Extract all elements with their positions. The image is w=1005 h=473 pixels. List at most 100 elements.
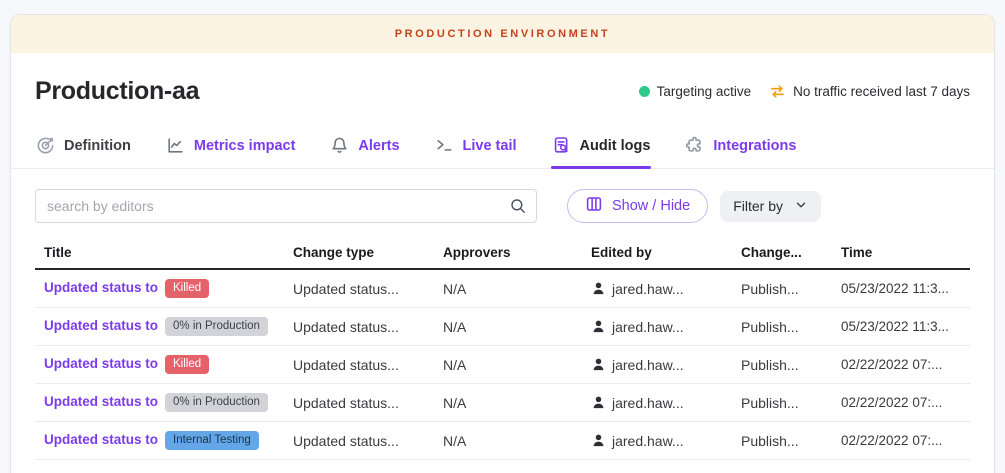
person-icon (591, 433, 606, 448)
status-badge: 0% in Production (165, 393, 268, 412)
search-input[interactable] (35, 189, 537, 223)
editor-name: jared.haw... (612, 433, 684, 449)
change-type-cell: Updated status... (293, 357, 443, 373)
bell-icon (330, 136, 349, 155)
page-title: Production-aa (35, 77, 199, 106)
person-icon (591, 395, 606, 410)
time-cell: 05/23/2022 11:3... (841, 319, 970, 334)
title-link[interactable]: Updated status to (44, 394, 158, 409)
approvers-cell: N/A (443, 433, 591, 449)
edited-by-cell: jared.haw... (591, 281, 741, 297)
banner-label: PRODUCTION ENVIRONMENT (395, 28, 610, 40)
title-cell: Updated status to Internal Testing (35, 431, 293, 450)
edited-by-cell: jared.haw... (591, 319, 741, 335)
editor-name: jared.haw... (612, 357, 684, 373)
status-badge: 0% in Production (165, 317, 268, 336)
status-badge: Killed (165, 355, 209, 374)
editor-name: jared.haw... (612, 319, 684, 335)
title-cell: Updated status to 0% in Production (35, 393, 293, 412)
time-cell: 02/22/2022 07:... (841, 395, 970, 410)
green-dot-icon (639, 86, 650, 97)
traffic-status-label: No traffic received last 7 days (793, 84, 970, 99)
title-link[interactable]: Updated status to (44, 356, 158, 371)
changed-by-cell: Publish... (741, 281, 841, 297)
swap-arrows-icon (769, 83, 786, 100)
editor-name: jared.haw... (612, 395, 684, 411)
document-search-icon (552, 136, 571, 155)
changed-by-cell: Publish... (741, 433, 841, 449)
changed-by-cell: Publish... (741, 395, 841, 411)
table-row[interactable]: Updated status to Killed Updated status..… (35, 346, 970, 384)
tab-audit-logs[interactable]: Audit logs (551, 126, 652, 168)
time-cell: 05/23/2022 11:3... (841, 281, 970, 296)
changed-by-cell: Publish... (741, 357, 841, 373)
target-icon (36, 136, 55, 155)
chevron-down-icon (794, 198, 808, 215)
line-chart-icon (166, 136, 185, 155)
change-type-cell: Updated status... (293, 281, 443, 297)
approvers-cell: N/A (443, 281, 591, 297)
edited-by-cell: jared.haw... (591, 433, 741, 449)
tab-bar: Definition Metrics impact Alerts (11, 126, 994, 169)
table-row[interactable]: Updated status to Killed Updated status..… (35, 270, 970, 308)
tab-label: Definition (64, 138, 131, 154)
tab-integrations[interactable]: Integrations (684, 126, 797, 168)
change-type-cell: Updated status... (293, 395, 443, 411)
editor-name: jared.haw... (612, 281, 684, 297)
title-cell: Updated status to Killed (35, 355, 293, 374)
traffic-status: No traffic received last 7 days (769, 83, 970, 100)
tab-label: Alerts (358, 138, 399, 154)
filter-by-label: Filter by (733, 198, 783, 214)
title-link[interactable]: Updated status to (44, 280, 158, 295)
tab-label: Integrations (713, 138, 796, 154)
page-header: Production-aa Targeting active No traffi… (11, 53, 994, 126)
production-environment-banner: PRODUCTION ENVIRONMENT (11, 15, 994, 53)
edited-by-cell: jared.haw... (591, 395, 741, 411)
person-icon (591, 357, 606, 372)
changed-by-cell: Publish... (741, 319, 841, 335)
puzzle-icon (685, 136, 704, 155)
tab-label: Metrics impact (194, 138, 296, 154)
targeting-status-label: Targeting active (657, 84, 752, 99)
table-row[interactable]: Updated status to 0% in Production Update… (35, 384, 970, 422)
tab-live-tail[interactable]: Live tail (434, 126, 518, 168)
column-header-approvers[interactable]: Approvers (443, 245, 591, 260)
tab-alerts[interactable]: Alerts (329, 126, 400, 168)
time-cell: 02/22/2022 07:... (841, 357, 970, 372)
tab-definition[interactable]: Definition (35, 126, 132, 168)
status-badge: Internal Testing (165, 431, 259, 450)
status-group: Targeting active No traffic received las… (639, 83, 970, 100)
title-link[interactable]: Updated status to (44, 432, 158, 447)
change-type-cell: Updated status... (293, 319, 443, 335)
filter-by-button[interactable]: Filter by (720, 191, 821, 222)
table-row[interactable]: Updated status to Internal Testing Update… (35, 422, 970, 460)
time-cell: 02/22/2022 07:... (841, 433, 970, 448)
column-header-change[interactable]: Change... (741, 245, 841, 260)
column-header-time[interactable]: Time (841, 245, 970, 260)
title-cell: Updated status to 0% in Production (35, 317, 293, 336)
approvers-cell: N/A (443, 395, 591, 411)
person-icon (591, 319, 606, 334)
title-link[interactable]: Updated status to (44, 318, 158, 333)
targeting-status: Targeting active (639, 84, 752, 99)
columns-icon (585, 195, 603, 217)
column-header-title[interactable]: Title (35, 245, 293, 260)
approvers-cell: N/A (443, 357, 591, 373)
environment-card: PRODUCTION ENVIRONMENT Production-aa Tar… (10, 14, 995, 473)
column-header-edited-by[interactable]: Edited by (591, 245, 741, 260)
tab-label: Live tail (463, 138, 517, 154)
table-row[interactable]: Updated status to 0% in Production Update… (35, 308, 970, 346)
audit-log-table: Title Change type Approvers Edited by Ch… (35, 237, 970, 460)
status-badge: Killed (165, 279, 209, 298)
table-header-row: Title Change type Approvers Edited by Ch… (35, 237, 970, 270)
search-field-wrap (35, 189, 537, 223)
terminal-icon (435, 136, 454, 155)
tab-metrics-impact[interactable]: Metrics impact (165, 126, 297, 168)
audit-toolbar: Show / Hide Filter by (11, 169, 994, 223)
tab-label: Audit logs (580, 138, 651, 154)
show-hide-label: Show / Hide (612, 198, 690, 214)
change-type-cell: Updated status... (293, 433, 443, 449)
column-header-change-type[interactable]: Change type (293, 245, 443, 260)
title-cell: Updated status to Killed (35, 279, 293, 298)
show-hide-button[interactable]: Show / Hide (567, 189, 708, 223)
